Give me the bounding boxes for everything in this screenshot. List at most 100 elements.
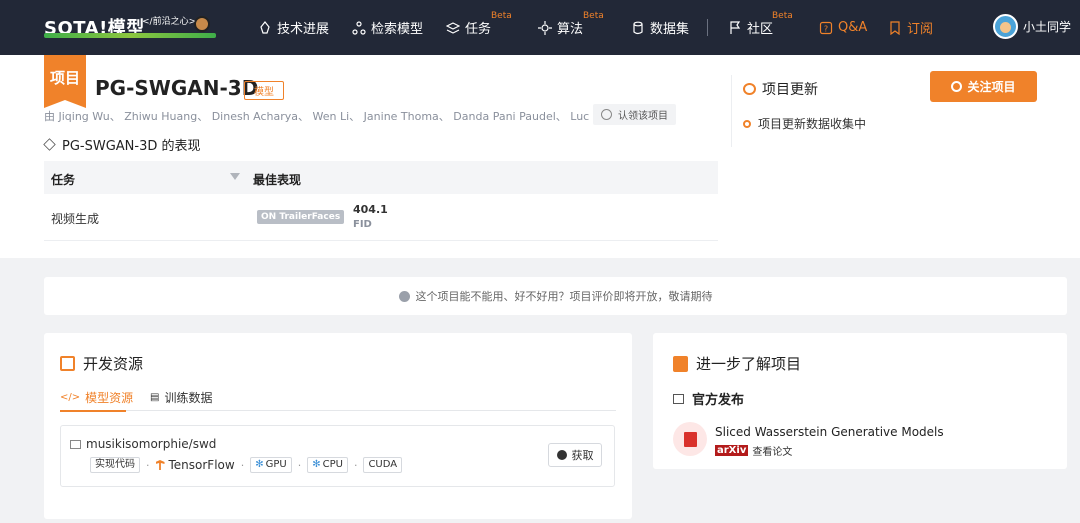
code-tag: 实现代码 bbox=[90, 457, 140, 473]
updates-title: 项目更新 bbox=[762, 82, 818, 98]
section-divider bbox=[731, 75, 732, 147]
get-label: 获取 bbox=[571, 449, 594, 462]
update-item: 项目更新数据收集中 bbox=[743, 115, 866, 132]
gpu-tag: ✻ GPU bbox=[250, 457, 292, 473]
repo-icon bbox=[70, 439, 81, 449]
nav-community[interactable]: 社区 bbox=[728, 0, 773, 55]
avatar bbox=[993, 14, 1018, 39]
dev-title: 开发资源 bbox=[83, 355, 144, 373]
chip-gear-icon: ✻ bbox=[255, 459, 264, 470]
gear-icon bbox=[538, 20, 552, 35]
tab-label: 模型资源 bbox=[85, 391, 134, 405]
paper-title[interactable]: Sliced Wasserstein Generative Models bbox=[715, 425, 944, 439]
chat-bubble-icon bbox=[743, 83, 756, 95]
nav-algorithms[interactable]: 算法 bbox=[538, 0, 583, 55]
tensorflow-icon bbox=[155, 460, 165, 470]
timeline-dot-icon bbox=[743, 119, 751, 128]
database-icon bbox=[631, 21, 645, 35]
learn-more-card: 进一步了解项目 官方发布 Sliced Wasserstein Generati… bbox=[653, 333, 1067, 469]
nav-divider bbox=[707, 19, 708, 36]
question-icon: ? bbox=[819, 21, 833, 35]
view-paper-label: 查看论文 bbox=[752, 447, 793, 458]
user-menu[interactable]: 小土同学 bbox=[993, 14, 1071, 39]
get-code-button[interactable]: 获取 bbox=[548, 443, 602, 467]
claim-label: 认领该项目 bbox=[618, 111, 668, 122]
col-task: 任务 bbox=[51, 173, 76, 187]
nav-label: 社区 bbox=[747, 22, 774, 37]
rocket-icon bbox=[258, 20, 272, 35]
updates-heading: 项目更新 bbox=[743, 79, 818, 99]
learn-title: 进一步了解项目 bbox=[696, 355, 802, 373]
follow-project-button[interactable]: 关注项目 bbox=[930, 71, 1037, 102]
framework-tag: TensorFlow bbox=[155, 458, 235, 472]
nav-tech-progress[interactable]: 技术进展 bbox=[258, 0, 329, 55]
repo-item: musikisomorphie/swd 实现代码 · TensorFlow · … bbox=[60, 425, 615, 487]
authors-line: 由 Jiqing Wu、 Zhiwu Huang、 Dinesh Acharya… bbox=[44, 110, 667, 123]
beta-badge: Beta bbox=[491, 11, 512, 21]
model-badge: 模型 bbox=[244, 81, 284, 100]
nav-label: 检索模型 bbox=[371, 22, 424, 37]
cube-icon bbox=[43, 138, 56, 151]
repo-tags: 实现代码 · TensorFlow · ✻ GPU · ✻ CPU · CUDA bbox=[90, 457, 403, 473]
beta-badge: Beta bbox=[583, 11, 604, 21]
nav-subscribe[interactable]: 订阅 bbox=[888, 0, 933, 55]
task-cell[interactable]: 视频生成 bbox=[51, 210, 99, 227]
tab-training-data[interactable]: ▤ 训练数据 bbox=[150, 389, 212, 406]
nav-label: 任务 bbox=[465, 22, 492, 37]
nav-label: 数据集 bbox=[650, 22, 690, 37]
user-name: 小土同学 bbox=[1023, 20, 1072, 34]
beta-badge: Beta bbox=[772, 11, 793, 21]
official-release-heading: 官方发布 bbox=[673, 389, 744, 408]
github-icon bbox=[556, 450, 567, 460]
nav-tasks[interactable]: 任务 bbox=[445, 0, 492, 55]
col-best: 最佳表现 bbox=[253, 173, 302, 187]
nav-datasets[interactable]: 数据集 bbox=[631, 0, 689, 55]
repo-name: musikisomorphie/swd bbox=[86, 437, 217, 451]
project-header: 项目 PG-SWGAN-3D 模型 由 Jiqing Wu、 Zhiwu Hua… bbox=[0, 55, 1080, 258]
data-icon: ▤ bbox=[150, 392, 160, 403]
logo[interactable]: SOTA!模型 </前沿之心> bbox=[44, 12, 216, 40]
dev-resources-heading: 开发资源 bbox=[60, 353, 143, 374]
framework-name: TensorFlow bbox=[168, 458, 235, 472]
paper-icon bbox=[673, 422, 707, 456]
follow-label: 关注项目 bbox=[967, 80, 1016, 94]
flag-icon bbox=[728, 20, 742, 35]
performance-title: PG-SWGAN-3D 的表现 bbox=[62, 139, 201, 154]
layers-icon bbox=[445, 21, 461, 35]
monitor-icon bbox=[673, 393, 684, 404]
tab-model-resources[interactable]: </> 模型资源 bbox=[60, 389, 134, 412]
bookmark-icon bbox=[888, 20, 902, 35]
official-label: 官方发布 bbox=[692, 393, 745, 408]
notice-text: 这个项目能不能用、好不好用？项目评价即将开放，敬请期待 bbox=[415, 290, 713, 303]
cpu-tag: ✻ CPU bbox=[307, 457, 348, 473]
book-icon bbox=[673, 355, 688, 372]
view-paper-link[interactable]: arXiv 查看论文 bbox=[715, 443, 792, 458]
tab-label: 训练数据 bbox=[164, 391, 213, 405]
nav-search-models[interactable]: 检索模型 bbox=[352, 0, 423, 55]
arxiv-logo: arXiv bbox=[715, 445, 749, 456]
logo-mascot-icon bbox=[194, 16, 210, 32]
target-icon bbox=[951, 81, 963, 92]
table-row[interactable]: 视频生成 ON TrailerFaces 404.1 FID bbox=[44, 194, 718, 241]
svg-text:?: ? bbox=[824, 24, 828, 33]
repo-link[interactable]: musikisomorphie/swd bbox=[70, 437, 216, 451]
resource-tabs: </> 模型资源 ▤ 训练数据 bbox=[60, 385, 616, 412]
cuda-tag: CUDA bbox=[363, 457, 403, 473]
performance-heading: PG-SWGAN-3D 的表现 bbox=[43, 135, 201, 154]
filter-icon[interactable] bbox=[230, 173, 240, 180]
update-text: 项目更新数据收集中 bbox=[758, 117, 867, 131]
code-box-icon bbox=[60, 356, 75, 371]
nav-label: Q&A bbox=[838, 20, 868, 35]
nav-label: 订阅 bbox=[907, 22, 934, 37]
table-header: 任务 最佳表现 bbox=[44, 161, 718, 194]
nav-qa[interactable]: ? Q&A bbox=[819, 0, 867, 55]
score-value: 404.1 bbox=[353, 203, 388, 216]
user-circle-icon bbox=[601, 109, 612, 120]
top-nav: SOTA!模型 </前沿之心> 技术进展 检索模型 任务 Beta 算法 Bet… bbox=[0, 0, 1080, 55]
nav-label: 技术进展 bbox=[277, 22, 330, 37]
page-title: PG-SWGAN-3D bbox=[95, 76, 259, 100]
claim-project-button[interactable]: 认领该项目 bbox=[593, 104, 676, 125]
code-icon: </> bbox=[60, 392, 81, 403]
dataset-badge[interactable]: ON TrailerFaces bbox=[257, 210, 345, 224]
rating-notice: 这个项目能不能用、好不好用？项目评价即将开放，敬请期待 bbox=[44, 277, 1067, 315]
